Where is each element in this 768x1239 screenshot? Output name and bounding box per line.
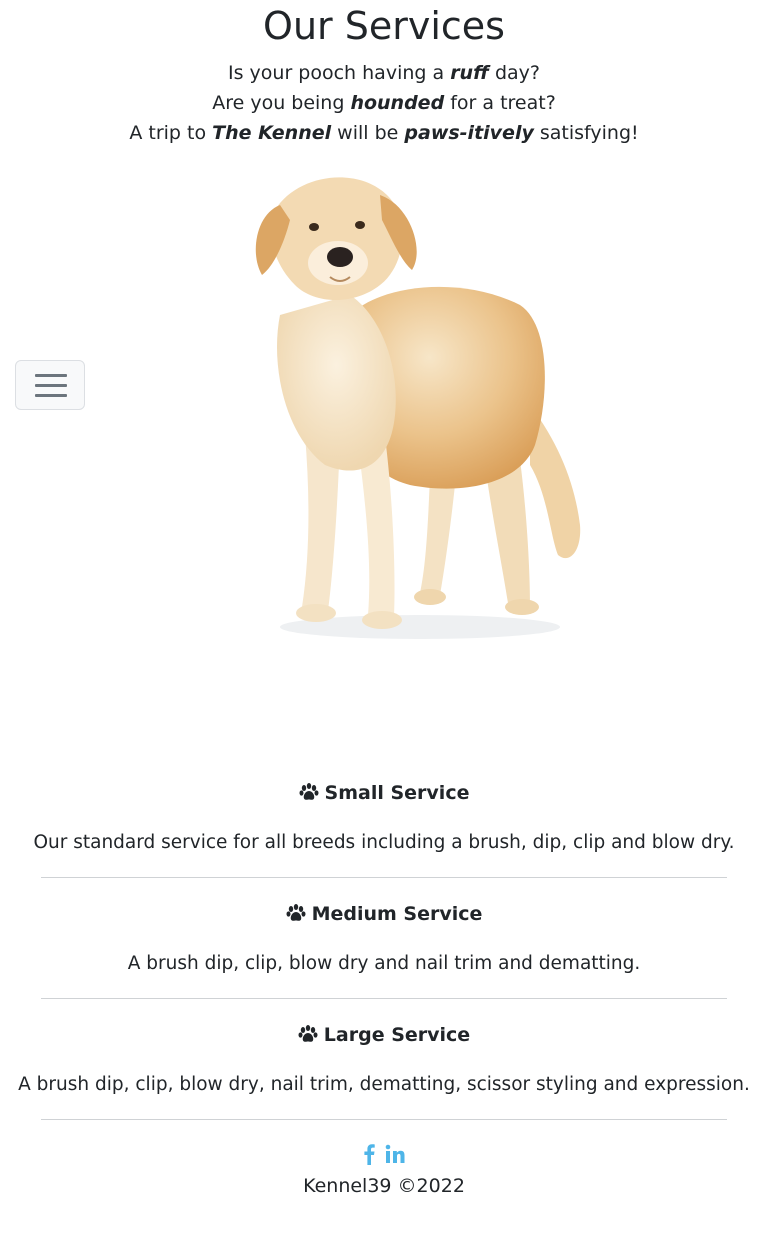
paw-icon <box>298 1024 318 1044</box>
paw-icon <box>286 903 306 923</box>
service-title-medium: Medium Service <box>0 900 768 928</box>
tagline-line-2: Are you being hounded for a treat? <box>212 92 556 114</box>
divider <box>41 1119 727 1120</box>
linkedin-icon[interactable] <box>385 1144 405 1168</box>
divider <box>41 877 727 878</box>
service-title-large: Large Service <box>0 1021 768 1049</box>
divider <box>41 998 727 999</box>
page-title: Our Services <box>263 4 505 48</box>
service-description-medium: A brush dip, clip, blow dry and nail tri… <box>127 953 641 974</box>
golden-retriever-dog-image <box>230 165 590 655</box>
navbar-toggle-button[interactable] <box>15 360 85 410</box>
service-description-large: A brush dip, clip, blow dry, nail trim, … <box>18 1074 750 1095</box>
social-links <box>0 1143 768 1169</box>
facebook-icon[interactable] <box>363 1143 376 1169</box>
service-title-small: Small Service <box>0 779 768 807</box>
footer-copyright: Kennel39 ©2022 <box>303 1175 465 1197</box>
tagline-line-3: A trip to The Kennel will be paws-itivel… <box>129 122 639 144</box>
service-description-small: Our standard service for all breeds incl… <box>33 832 735 853</box>
tagline-line-1: Is your pooch having a ruff day? <box>228 62 540 84</box>
paw-icon <box>299 782 319 802</box>
